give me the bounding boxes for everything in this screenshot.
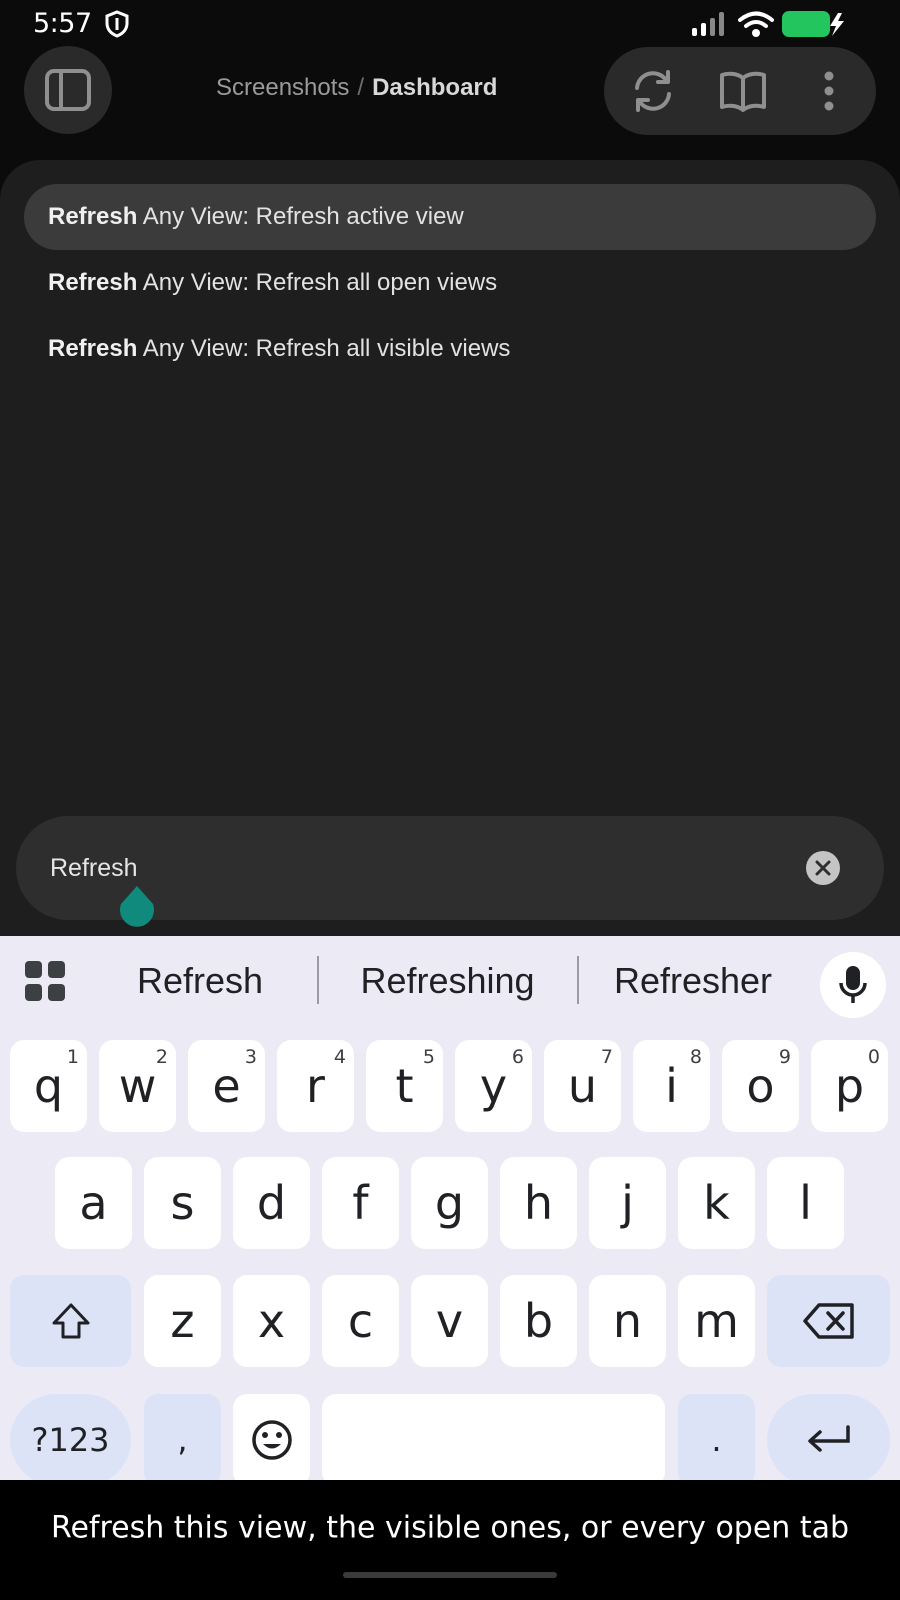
key-m[interactable]: m [678,1275,755,1367]
key-d[interactable]: d [233,1157,310,1249]
key-a[interactable]: a [55,1157,132,1249]
microphone-icon [839,966,867,1003]
key-x[interactable]: x [233,1275,310,1367]
key-z[interactable]: z [144,1275,221,1367]
home-indicator[interactable] [343,1572,557,1578]
suggestion-refresh-all-open-views[interactable]: Refresh Any View: Refresh all open views [24,250,876,316]
command-search-value: Refresh [50,854,138,882]
key-v[interactable]: v [411,1275,488,1367]
enter-arrow-icon [807,1425,850,1452]
suggestion-divider [317,956,319,1004]
word-suggestion[interactable]: Refreshing [340,960,555,1002]
word-suggestion[interactable]: Refresher [598,960,788,1002]
signal-icon [692,12,724,36]
key-t[interactable]: t5 [366,1040,443,1132]
shift-arrow-icon [52,1303,89,1339]
period-key[interactable]: . [678,1394,755,1486]
command-suggestion-list: Refresh Any View: Refresh active view Re… [24,184,876,382]
key-e[interactable]: e3 [188,1040,265,1132]
key-c[interactable]: c [322,1275,399,1367]
suggestion-refresh-all-visible-views[interactable]: Refresh Any View: Refresh all visible vi… [24,316,876,382]
key-q[interactable]: q1 [10,1040,87,1132]
key-y[interactable]: y6 [455,1040,532,1132]
suggestion-refresh-active-view[interactable]: Refresh Any View: Refresh active view [24,184,876,250]
status-time: 5:57 [33,8,92,39]
key-j[interactable]: j [589,1157,666,1249]
key-u[interactable]: u7 [544,1040,621,1132]
key-r[interactable]: r4 [277,1040,354,1132]
caption-text: Refresh this view, the visible ones, or … [50,1510,850,1546]
key-l[interactable]: l [767,1157,844,1249]
wifi-icon [738,11,774,37]
key-i[interactable]: i8 [633,1040,710,1132]
sidebar-toggle-icon [45,69,91,111]
key-p[interactable]: p0 [811,1040,888,1132]
suggestion-match: Refresh [48,203,138,230]
comma-key[interactable]: , [144,1394,221,1486]
backspace-icon [802,1303,854,1339]
suggestion-divider [577,956,579,1004]
key-f[interactable]: f [322,1157,399,1249]
more-options-button[interactable] [784,47,874,135]
view-actions [604,47,876,135]
reading-view-button[interactable] [698,47,788,135]
breadcrumb-current[interactable]: Dashboard [372,74,497,101]
key-o[interactable]: o9 [722,1040,799,1132]
key-w[interactable]: w2 [99,1040,176,1132]
key-h[interactable]: h [500,1157,577,1249]
refresh-icon [635,70,671,112]
close-icon [815,860,831,876]
apps-grid-icon[interactable] [24,960,66,1002]
refresh-button[interactable] [608,47,698,135]
enter-key[interactable] [767,1394,890,1486]
suggestion-match: Refresh [48,269,138,296]
suggestion-match: Refresh [48,335,138,362]
key-n[interactable]: n [589,1275,666,1367]
suggestion-text: Any View: Refresh active view [137,203,464,230]
word-suggestion[interactable]: Refresh [120,960,280,1002]
emoji-key[interactable] [233,1394,310,1486]
keyboard-suggestion-strip: Refresh Refreshing Refresher [0,936,900,1024]
breadcrumb-parent[interactable]: Screenshots [216,74,349,101]
shield-icon [105,10,129,38]
battery-charging-icon [782,11,844,37]
emoji-icon [251,1420,292,1460]
voice-input-button[interactable] [820,952,886,1018]
key-b[interactable]: b [500,1275,577,1367]
more-vertical-icon [824,71,834,111]
suggestion-text: Any View: Refresh all visible views [137,335,511,362]
on-screen-keyboard: Refresh Refreshing Refresher q1 w2 e3 r4… [0,936,900,1486]
status-bar: 5:57 [0,0,900,48]
book-icon [720,71,766,112]
sidebar-toggle-button[interactable] [24,46,112,134]
key-s[interactable]: s [144,1157,221,1249]
suggestion-text: Any View: Refresh all open views [137,269,498,296]
key-k[interactable]: k [678,1157,755,1249]
breadcrumb-separator: / [357,74,365,101]
backspace-key[interactable] [767,1275,890,1367]
key-g[interactable]: g [411,1157,488,1249]
clear-input-button[interactable] [806,851,840,885]
text-cursor-handle[interactable] [117,884,157,930]
breadcrumb: Screenshots / Dashboard [216,74,497,102]
space-key[interactable] [322,1394,665,1486]
shift-key[interactable] [10,1275,131,1367]
symbols-key[interactable]: ?123 [10,1394,131,1486]
